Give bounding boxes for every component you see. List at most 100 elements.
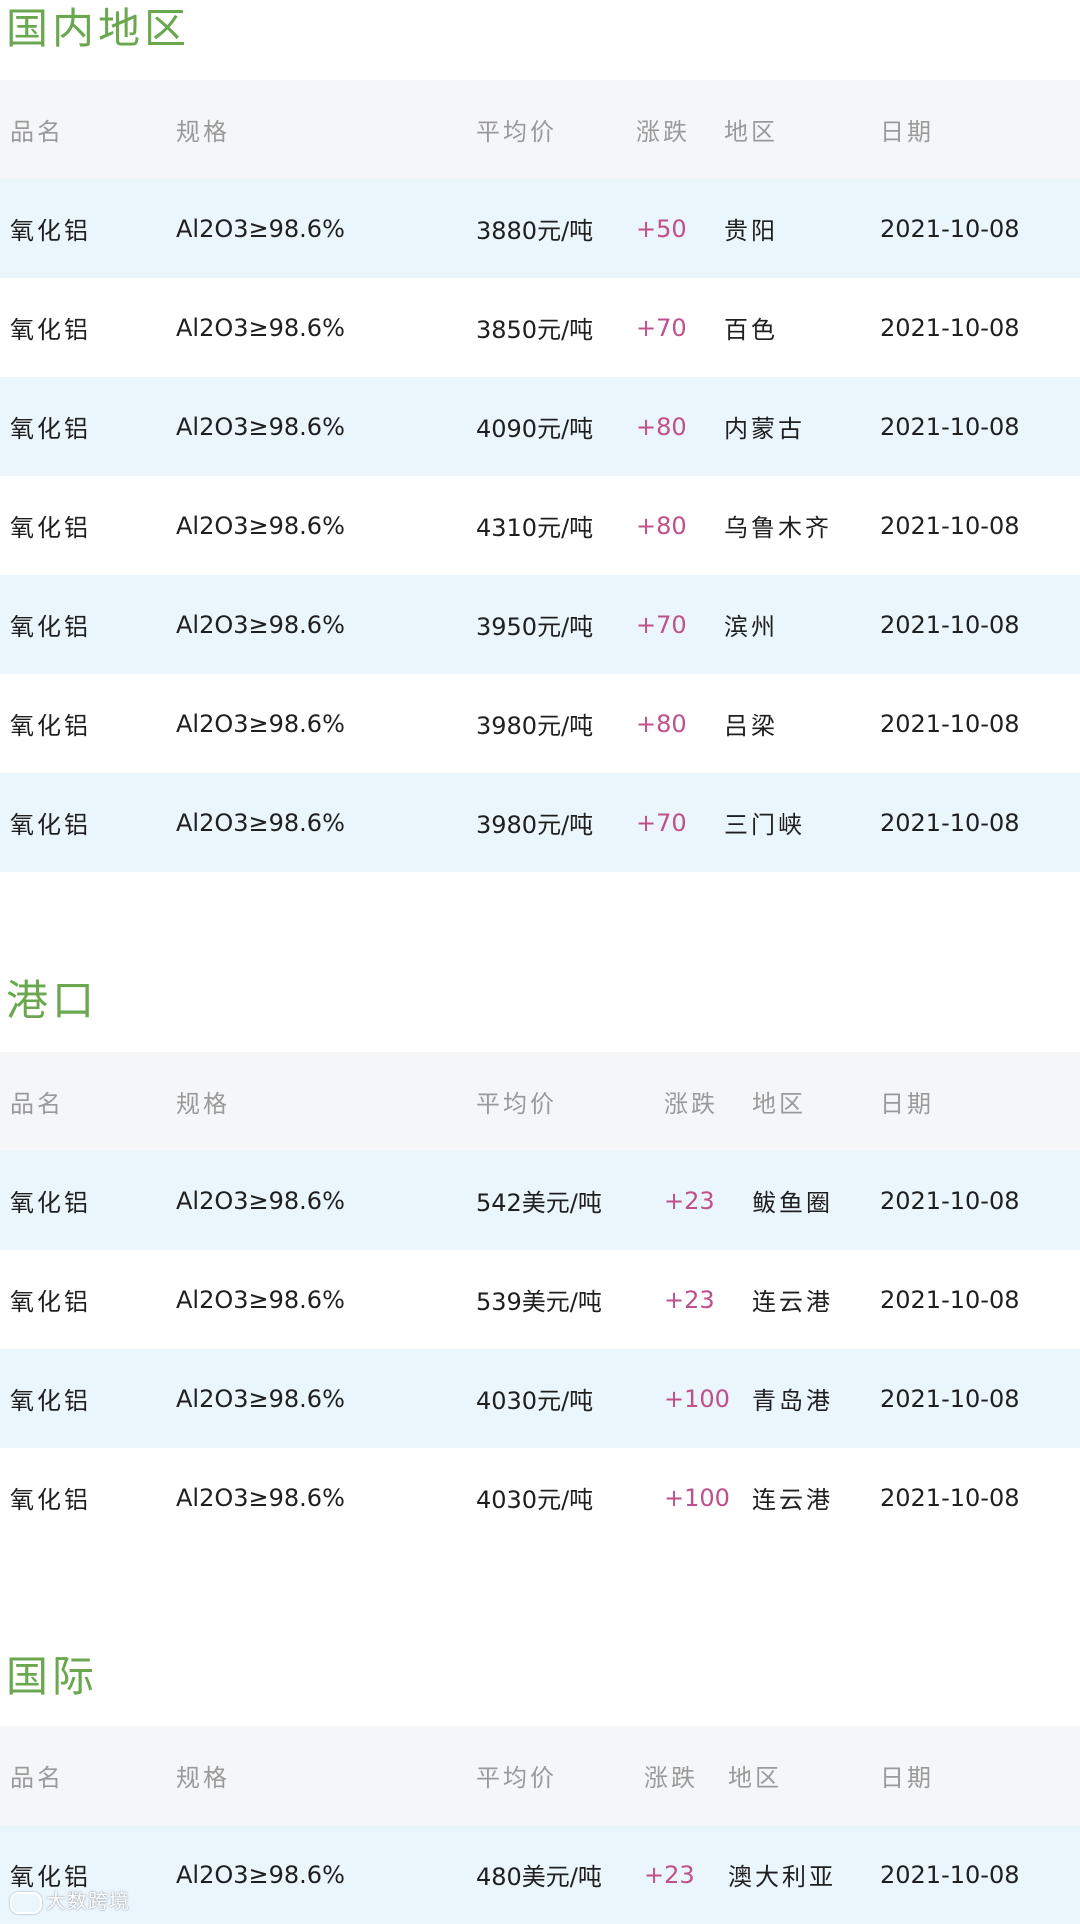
cell-change: +70 bbox=[636, 773, 724, 872]
cell-change: +23 bbox=[664, 1250, 752, 1349]
cell-spec: Al2O3≥98.6% bbox=[176, 1349, 476, 1448]
header-date: 日期 bbox=[880, 1726, 1080, 1825]
cell-date: 2021-10-08 bbox=[880, 278, 1080, 377]
section-title-domestic: 国内地区 bbox=[6, 4, 191, 53]
cell-spec: Al2O3≥98.6% bbox=[176, 1151, 476, 1250]
cell-region: 百色 bbox=[724, 278, 880, 377]
cell-region: 三门峡 bbox=[724, 773, 880, 872]
table-row: 氧化铝 Al2O3≥98.6% 4030元/吨 +100 青岛港 2021-10… bbox=[0, 1349, 1080, 1448]
header-change: 涨跌 bbox=[636, 80, 724, 179]
cell-spec: Al2O3≥98.6% bbox=[176, 674, 476, 773]
cell-spec: Al2O3≥98.6% bbox=[176, 278, 476, 377]
cell-name: 氧化铝 bbox=[0, 1448, 176, 1547]
cell-spec: Al2O3≥98.6% bbox=[176, 377, 476, 476]
cell-spec: Al2O3≥98.6% bbox=[176, 1448, 476, 1547]
table-row: 氧化铝 Al2O3≥98.6% 3880元/吨 +50 贵阳 2021-10-0… bbox=[0, 179, 1080, 278]
cell-region: 连云港 bbox=[752, 1250, 880, 1349]
cell-price: 4030元/吨 bbox=[476, 1349, 664, 1448]
cell-name: 氧化铝 bbox=[0, 179, 176, 278]
cell-name: 氧化铝 bbox=[0, 278, 176, 377]
table-row: 氧化铝 Al2O3≥98.6% 3980元/吨 +80 吕梁 2021-10-0… bbox=[0, 674, 1080, 773]
cell-name: 氧化铝 bbox=[0, 1250, 176, 1349]
cell-price: 480美元/吨 bbox=[476, 1825, 644, 1924]
cell-region: 鲅鱼圈 bbox=[752, 1151, 880, 1250]
cell-price: 542美元/吨 bbox=[476, 1151, 664, 1250]
header-change: 涨跌 bbox=[664, 1052, 752, 1151]
table-row: 氧化铝 Al2O3≥98.6% 4310元/吨 +80 乌鲁木齐 2021-10… bbox=[0, 476, 1080, 575]
cell-change: +80 bbox=[636, 377, 724, 476]
cell-price: 4090元/吨 bbox=[476, 377, 636, 476]
header-region: 地区 bbox=[752, 1052, 880, 1151]
cell-spec: Al2O3≥98.6% bbox=[176, 575, 476, 674]
cell-date: 2021-10-08 bbox=[880, 674, 1080, 773]
watermark-text: 大数跨境 bbox=[46, 1889, 130, 1913]
cell-price: 3980元/吨 bbox=[476, 773, 636, 872]
cell-region: 乌鲁木齐 bbox=[724, 476, 880, 575]
cell-region: 青岛港 bbox=[752, 1349, 880, 1448]
header-name: 品名 bbox=[0, 80, 176, 179]
header-price: 平均价 bbox=[476, 1726, 644, 1825]
header-name: 品名 bbox=[0, 1052, 176, 1151]
cell-change: +100 bbox=[664, 1448, 752, 1547]
cell-name: 氧化铝 bbox=[0, 575, 176, 674]
header-spec: 规格 bbox=[176, 80, 476, 179]
cell-region: 澳大利亚 bbox=[728, 1825, 880, 1924]
header-change: 涨跌 bbox=[644, 1726, 728, 1825]
cell-date: 2021-10-08 bbox=[880, 476, 1080, 575]
cell-date: 2021-10-08 bbox=[880, 377, 1080, 476]
table-row: 氧化铝 Al2O3≥98.6% 542美元/吨 +23 鲅鱼圈 2021-10-… bbox=[0, 1151, 1080, 1250]
cell-price: 3950元/吨 bbox=[476, 575, 636, 674]
table-row: 氧化铝 Al2O3≥98.6% 539美元/吨 +23 连云港 2021-10-… bbox=[0, 1250, 1080, 1349]
header-spec: 规格 bbox=[176, 1726, 476, 1825]
cell-date: 2021-10-08 bbox=[880, 773, 1080, 872]
header-spec: 规格 bbox=[176, 1052, 476, 1151]
header-price: 平均价 bbox=[476, 80, 636, 179]
cell-region: 连云港 bbox=[752, 1448, 880, 1547]
price-table-port: 品名 规格 平均价 涨跌 地区 日期 氧化铝 Al2O3≥98.6% 542美元… bbox=[0, 1052, 1080, 1547]
cell-change: +70 bbox=[636, 575, 724, 674]
table-row: 氧化铝 Al2O3≥98.6% 480美元/吨 +23 澳大利亚 2021-10… bbox=[0, 1825, 1080, 1924]
cell-date: 2021-10-08 bbox=[880, 1448, 1080, 1547]
table-header-row: 品名 规格 平均价 涨跌 地区 日期 bbox=[0, 1052, 1080, 1151]
table-row: 氧化铝 Al2O3≥98.6% 3950元/吨 +70 滨州 2021-10-0… bbox=[0, 575, 1080, 674]
cell-change: +100 bbox=[664, 1349, 752, 1448]
cell-price: 4310元/吨 bbox=[476, 476, 636, 575]
header-region: 地区 bbox=[724, 80, 880, 179]
cell-spec: Al2O3≥98.6% bbox=[176, 1250, 476, 1349]
header-name: 品名 bbox=[0, 1726, 176, 1825]
cell-price: 539美元/吨 bbox=[476, 1250, 664, 1349]
cell-price: 4030元/吨 bbox=[476, 1448, 664, 1547]
cell-spec: Al2O3≥98.6% bbox=[176, 1825, 476, 1924]
cell-date: 2021-10-08 bbox=[880, 1250, 1080, 1349]
cell-spec: Al2O3≥98.6% bbox=[176, 476, 476, 575]
cell-name: 氧化铝 bbox=[0, 1349, 176, 1448]
cell-date: 2021-10-08 bbox=[880, 1825, 1080, 1924]
cell-date: 2021-10-08 bbox=[880, 1349, 1080, 1448]
cell-date: 2021-10-08 bbox=[880, 575, 1080, 674]
price-table-international: 品名 规格 平均价 涨跌 地区 日期 氧化铝 Al2O3≥98.6% 480美元… bbox=[0, 1726, 1080, 1924]
cell-date: 2021-10-08 bbox=[880, 1151, 1080, 1250]
table-row: 氧化铝 Al2O3≥98.6% 3980元/吨 +70 三门峡 2021-10-… bbox=[0, 773, 1080, 872]
header-region: 地区 bbox=[728, 1726, 880, 1825]
header-date: 日期 bbox=[880, 80, 1080, 179]
header-date: 日期 bbox=[880, 1052, 1080, 1151]
header-price: 平均价 bbox=[476, 1052, 664, 1151]
cell-name: 氧化铝 bbox=[0, 773, 176, 872]
cell-spec: Al2O3≥98.6% bbox=[176, 773, 476, 872]
cell-name: 氧化铝 bbox=[0, 674, 176, 773]
cell-name: 氧化铝 bbox=[0, 377, 176, 476]
cell-change: +80 bbox=[636, 476, 724, 575]
table-row: 氧化铝 Al2O3≥98.6% 3850元/吨 +70 百色 2021-10-0… bbox=[0, 278, 1080, 377]
table-header-row: 品名 规格 平均价 涨跌 地区 日期 bbox=[0, 1726, 1080, 1825]
watermark: 大数跨境 bbox=[10, 1885, 130, 1914]
cell-change: +80 bbox=[636, 674, 724, 773]
table-header-row: 品名 规格 平均价 涨跌 地区 日期 bbox=[0, 80, 1080, 179]
cell-name: 氧化铝 bbox=[0, 476, 176, 575]
table-row: 氧化铝 Al2O3≥98.6% 4090元/吨 +80 内蒙古 2021-10-… bbox=[0, 377, 1080, 476]
cell-region: 吕梁 bbox=[724, 674, 880, 773]
cell-spec: Al2O3≥98.6% bbox=[176, 179, 476, 278]
section-title-international: 国际 bbox=[6, 1652, 99, 1701]
cell-change: +23 bbox=[644, 1825, 728, 1924]
section-title-port: 港口 bbox=[6, 976, 99, 1025]
cell-region: 滨州 bbox=[724, 575, 880, 674]
